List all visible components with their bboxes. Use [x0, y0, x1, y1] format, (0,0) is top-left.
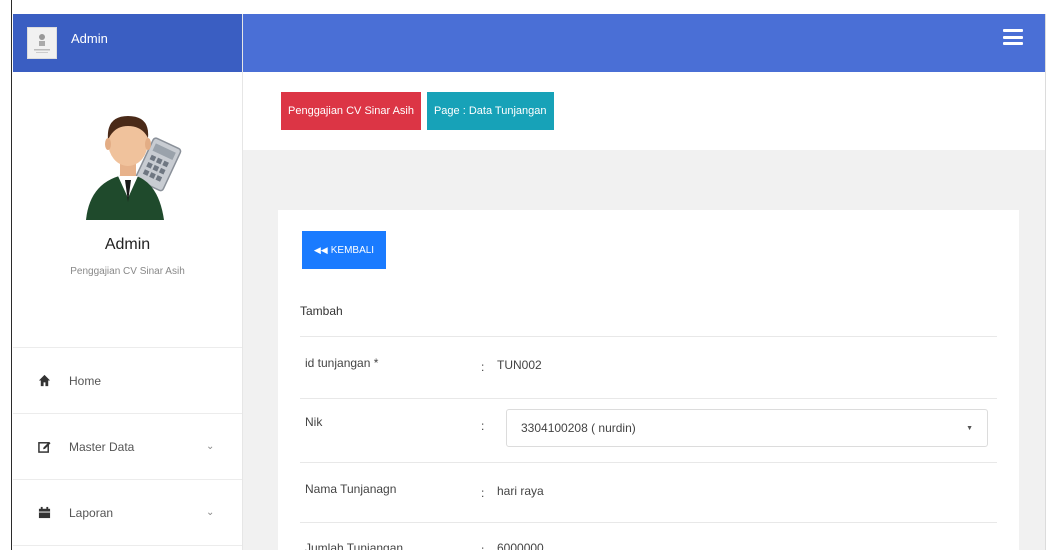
calendar-icon [37, 506, 51, 520]
divider [300, 336, 997, 337]
scrollbar[interactable] [1045, 14, 1062, 550]
sidebar-brand[interactable]: Admin [13, 14, 242, 72]
field-colon: : [481, 486, 485, 500]
profile-subtitle: Penggajian CV Sinar Asih [70, 266, 185, 277]
avatar [85, 116, 181, 220]
user-profile: Admin Penggajian CV Sinar Asih [13, 72, 242, 348]
backward-icon: ◀◀ [313, 244, 328, 255]
field-value-nama-tunjangan: hari raya [497, 484, 544, 498]
chevron-down-icon: ⌄ [206, 441, 215, 452]
field-label-nama-tunjangan: Nama Tunjanagn [305, 482, 397, 496]
page-badge: Page : Data Tunjangan [426, 92, 554, 130]
nik-select-value: 3304100208 ( nurdin) [521, 421, 636, 435]
top-navbar [243, 14, 1045, 72]
edit-icon [37, 440, 51, 454]
sidebar-item-label: Home [69, 373, 102, 388]
menu-toggle-icon[interactable] [1003, 29, 1023, 45]
app-badge: Penggajian CV Sinar Asih [281, 92, 421, 130]
profile-name: Admin [104, 236, 151, 253]
field-label-id-tunjangan: id tunjangan * [305, 356, 379, 370]
home-icon [37, 374, 51, 388]
divider [300, 398, 997, 399]
logo-icon [34, 34, 50, 53]
field-value-id-tunjangan: TUN002 [497, 358, 542, 372]
sidebar-item-home[interactable]: Home [13, 348, 242, 414]
chevron-down-icon: ⌄ [206, 507, 215, 518]
form-title: Tambah [300, 304, 343, 318]
divider [300, 522, 997, 523]
brand-name: Admin [71, 30, 108, 46]
field-label-nik: Nik [305, 415, 323, 429]
nik-select[interactable]: 3304100208 ( nurdin) ▼ [506, 409, 988, 447]
divider [300, 462, 997, 463]
form-card: ◀◀ KEMBALI Tambah id tunjangan * : TUN00… [278, 210, 1019, 550]
caret-down-icon: ▼ [966, 424, 973, 432]
sidebar-item-label: Master Data [69, 439, 135, 454]
sidebar-item-laporan[interactable]: Laporan ⌄ [13, 480, 242, 546]
breadcrumb: Penggajian CV Sinar Asih Page : Data Tun… [281, 92, 554, 130]
sidebar-item-master-data[interactable]: Master Data ⌄ [13, 414, 242, 480]
field-colon: : [481, 419, 485, 433]
field-colon: : [481, 360, 485, 374]
brand-logo [27, 27, 57, 59]
window-top-edge [0, 0, 1062, 14]
sidebar: Admin Admin Penggajian CV Sinar Asih Hom… [13, 14, 243, 550]
field-colon: : [481, 543, 485, 550]
field-label-jumlah-tunjangan: Jumlah Tunjangan [305, 541, 404, 550]
window-left-edge [0, 0, 12, 550]
sidebar-item-label: Laporan [69, 505, 114, 520]
back-button[interactable]: ◀◀ KEMBALI [302, 231, 386, 269]
field-value-jumlah-tunjangan: 6000000 [497, 541, 544, 550]
back-button-label: KEMBALI [330, 244, 375, 256]
